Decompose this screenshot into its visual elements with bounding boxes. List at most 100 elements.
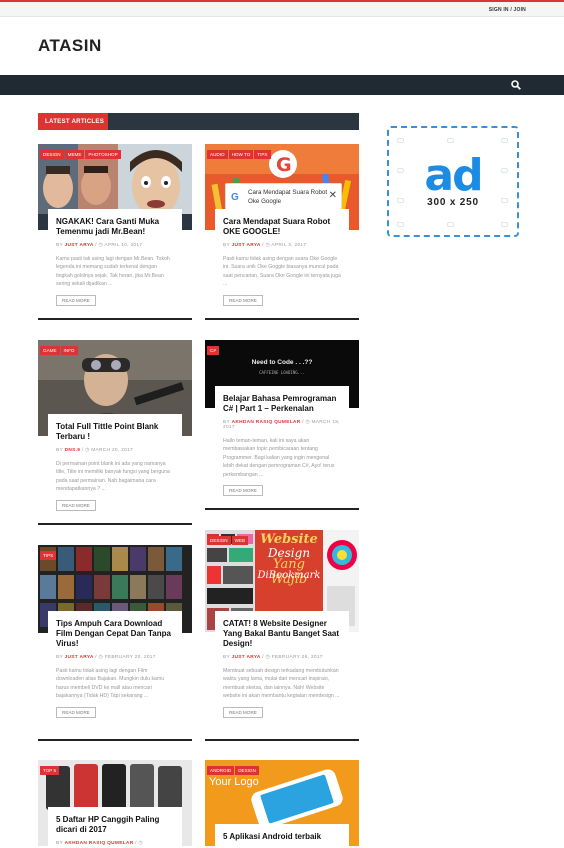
main-navigation [0, 75, 564, 95]
article-title[interactable]: CATAT! 8 Website Designer Yang Bakal Ban… [223, 619, 341, 649]
section-title: LATEST ARTICLES [38, 113, 108, 130]
image-caption-line: DiBookmark [257, 570, 321, 581]
article-tag[interactable]: DESIGN [207, 536, 231, 545]
card-divider [205, 739, 359, 741]
article-author[interactable]: JUST ARYA [232, 655, 261, 660]
article-tag[interactable]: AUDIO [207, 150, 228, 159]
card-divider [205, 318, 359, 320]
ad-pattern-mark [447, 222, 454, 227]
article-author[interactable]: JUST ARYA [65, 655, 94, 660]
google-popup-text: Cara Mendapat Suara Robot Oke Google [248, 189, 328, 205]
article-tag[interactable]: TOP 5 [40, 766, 60, 775]
read-more-button[interactable]: READ MORE [223, 294, 263, 306]
article-card[interactable]: TIPS Tips Ampuh Cara Download Film Denga… [38, 545, 192, 741]
article-date: FEBRUARY 20, 2017 [104, 655, 156, 660]
ad-banner[interactable]: ad 300 x 250 [387, 126, 519, 237]
article-excerpt: Di permainan point blank ini ada yang na… [56, 461, 170, 493]
separator: / ◷ [135, 841, 143, 846]
article-card[interactable]: Website Design Yang Wajib DiBookmark DES… [205, 530, 359, 741]
read-more-button[interactable]: READ MORE [56, 706, 96, 718]
ad-pattern-mark [447, 138, 454, 143]
article-title[interactable]: Belajar Bahasa Pemrograman C# | Part 1 –… [223, 394, 341, 414]
article-tag[interactable]: TIPS [40, 551, 57, 560]
article-title[interactable]: Tips Ampuh Cara Download Film Dengan Cep… [56, 619, 174, 649]
top-bar: SIGN IN / JOIN [0, 0, 564, 17]
article-tag[interactable]: C# [207, 346, 219, 355]
ad-pattern-mark [397, 138, 404, 143]
article-tag[interactable]: INFO [60, 346, 78, 355]
google-g-icon: G [231, 192, 239, 203]
article-tags: ANDROID DESIGN [207, 766, 259, 775]
article-title[interactable]: 5 Aplikasi Android terbaik [223, 832, 341, 842]
article-date: MARCH 20, 2017 [91, 448, 134, 453]
article-card[interactable]: G AUDIO HOW TO TIPS G Cara Mendapat Suar… [205, 144, 359, 320]
article-author[interactable]: AKHDAN RASIQ QUMELAR [232, 420, 301, 425]
separator: / ◷ [262, 655, 272, 660]
article-author[interactable]: AKHDAN RASIQ QUMELAR [65, 841, 134, 846]
by-label: BY [56, 243, 63, 248]
article-tag[interactable]: ANDROID [207, 766, 235, 775]
article-date: APRIL 3, 2017 [271, 243, 307, 248]
article-tags: DESIGN MEME PHOTOSHOP [40, 150, 121, 159]
article-title[interactable]: Cara Mendapat Suara Robot OKE GOOGLE! [223, 217, 341, 237]
site-logo[interactable]: ATASIN [38, 36, 102, 56]
article-author[interactable]: JUST ARYA [65, 243, 94, 248]
read-more-button[interactable]: READ MORE [56, 294, 96, 306]
article-card[interactable]: GAME INFO Total Full Tittle Point Blank … [38, 340, 192, 525]
card-divider [38, 523, 192, 525]
section-header: LATEST ARTICLES [38, 113, 359, 130]
article-title[interactable]: NGAKAK! Cara Ganti Muka Temenmu jadi Mr.… [56, 217, 174, 237]
read-more-button[interactable]: READ MORE [223, 485, 263, 497]
article-meta: BY JUST ARYA / ◷ APRIL 3, 2017 [223, 243, 341, 248]
read-more-button[interactable]: READ MORE [223, 706, 263, 718]
article-excerpt: Hallo teman-teman, kali ini saya akan me… [223, 438, 335, 478]
article-card[interactable]: Your Logo ANDROID DESIGN 5 Aplikasi Andr… [205, 760, 359, 848]
article-meta: BY JUST ARYA / ◷ APRIL 10, 2017 [56, 243, 174, 248]
article-author[interactable]: JUST ARYA [232, 243, 261, 248]
article-tag[interactable]: DESIGN [40, 150, 64, 159]
article-tag[interactable]: DESIGN [235, 766, 259, 775]
article-tag[interactable]: HOW TO [228, 150, 254, 159]
close-icon[interactable]: ✕ [329, 190, 337, 201]
by-label: BY [56, 841, 63, 846]
article-meta: BY AKHDAN RASIQ QUMELAR / ◷ [56, 841, 174, 846]
separator: / ◷ [81, 448, 92, 453]
search-icon[interactable] [511, 80, 521, 90]
article-tags: TOP 5 [40, 766, 60, 775]
by-label: BY [56, 655, 63, 660]
article-card[interactable]: Need to Code . . .?? CAFFEINE LOADING...… [205, 340, 359, 510]
svg-text:G: G [276, 154, 292, 176]
article-tag[interactable]: TIPS [254, 150, 271, 159]
separator: / ◷ [95, 655, 105, 660]
article-body: Tips Ampuh Cara Download Film Dengan Cep… [48, 611, 182, 719]
image-caption-line: Website [260, 532, 318, 547]
image-caption-line: Need to Code . . .?? [251, 359, 313, 366]
read-more-button[interactable]: READ MORE [56, 499, 96, 511]
article-title[interactable]: 5 Daftar HP Canggih Paling dicari di 201… [56, 815, 174, 835]
article-tag[interactable]: PHOTOSHOP [85, 150, 121, 159]
card-divider [38, 318, 192, 320]
article-card[interactable]: DESIGN MEME PHOTOSHOP NGAKAK! Cara Ganti… [38, 144, 192, 320]
by-label: BY [223, 655, 230, 660]
google-popup: G Cara Mendapat Suara Robot Oke Google ✕ [225, 183, 342, 210]
article-tag[interactable]: GAME [40, 346, 60, 355]
article-date: APRIL 10, 2017 [104, 243, 143, 248]
by-label: BY [223, 243, 230, 248]
article-tag[interactable]: WEB [231, 536, 249, 545]
ad-size-label: 300 x 250 [427, 197, 479, 208]
article-author[interactable]: DNS.9 [65, 448, 81, 453]
article-body: Belajar Bahasa Pemrograman C# | Part 1 –… [215, 386, 349, 498]
article-card[interactable]: TOP 5 5 Daftar HP Canggih Paling dicari … [38, 760, 192, 847]
article-meta: BY AKHDAN RASIQ QUMELAR / ◷ MARCH 19, 20… [223, 420, 341, 430]
sign-in-join-link[interactable]: SIGN IN / JOIN [489, 7, 526, 13]
article-meta: BY JUST ARYA / ◷ FEBRUARY 20, 2017 [56, 655, 174, 660]
article-tags: DESIGN WEB [207, 536, 249, 545]
article-body: 5 Daftar HP Canggih Paling dicari di 201… [48, 807, 182, 847]
article-tag[interactable]: MEME [64, 150, 85, 159]
ad-pattern-mark [501, 222, 508, 227]
article-body: NGAKAK! Cara Ganti Muka Temenmu jadi Mr.… [48, 209, 182, 307]
article-excerpt: Kamu pasti tak asing lagi dengan Mr.Bean… [56, 256, 170, 288]
article-excerpt: Membuat sebuah design terkadang membutuh… [223, 668, 340, 700]
article-title[interactable]: Total Full Tittle Point Blank Terbaru ! [56, 422, 174, 442]
article-excerpt: Pasti kamu tidak asing dengan suara Oke … [223, 256, 341, 288]
